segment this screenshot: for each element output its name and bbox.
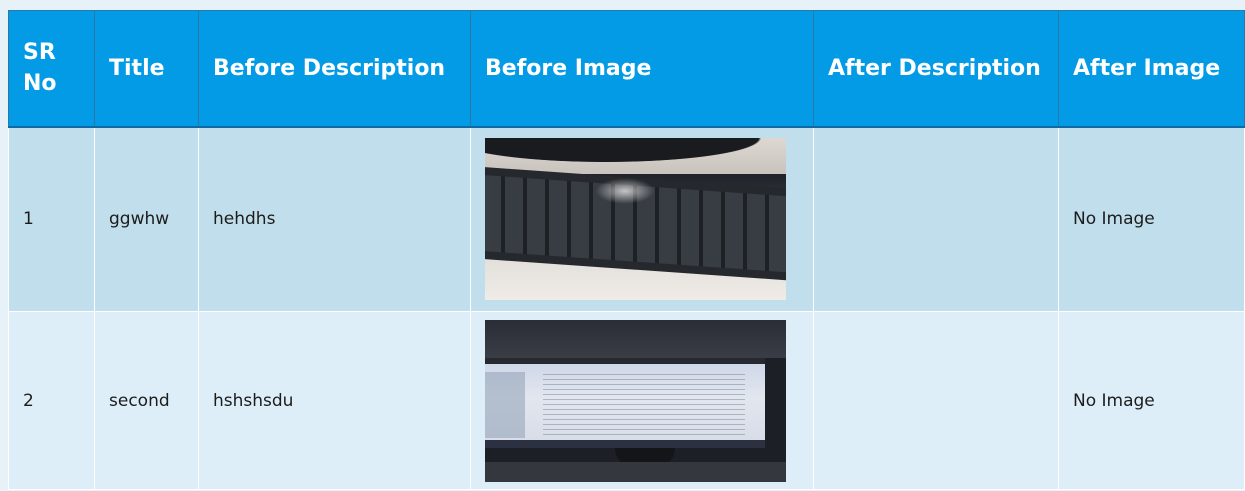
header-before-image: Before Image bbox=[470, 10, 814, 128]
cell-sr-no: 2 bbox=[8, 311, 95, 490]
header-after-description: After Description bbox=[813, 10, 1059, 128]
photo-screen bbox=[485, 357, 765, 448]
header-row: SR No Title Before Description Before Im… bbox=[8, 10, 1245, 128]
cell-title: ggwhw bbox=[94, 126, 199, 312]
cell-sr-no: 1 bbox=[8, 126, 95, 312]
photo-floor bbox=[485, 461, 786, 482]
cell-before-image bbox=[470, 126, 814, 312]
header-after-image: After Image bbox=[1058, 10, 1245, 128]
table-header: SR No Title Before Description Before Im… bbox=[8, 10, 1245, 128]
cell-after-image: No Image bbox=[1058, 126, 1245, 312]
cell-after-image: No Image bbox=[1058, 311, 1245, 490]
cell-before-description: hshshsdu bbox=[198, 311, 471, 490]
cell-title: second bbox=[94, 311, 199, 490]
header-before-description: Before Description bbox=[198, 10, 471, 128]
photo-background bbox=[485, 319, 786, 358]
records-table-container: SR No Title Before Description Before Im… bbox=[8, 10, 1245, 490]
table-row: 1 ggwhw hehdhs No Image bbox=[8, 126, 1245, 312]
photo-glare bbox=[595, 178, 655, 205]
records-table: SR No Title Before Description Before Im… bbox=[8, 10, 1245, 490]
cell-after-description bbox=[813, 311, 1059, 490]
photo-monitor-base bbox=[485, 138, 786, 167]
keyboard-photo[interactable] bbox=[485, 138, 786, 301]
table-body: 1 ggwhw hehdhs No Image 2 second hshshsd… bbox=[8, 126, 1245, 490]
monitor-photo[interactable] bbox=[485, 319, 786, 482]
photo-taskbar bbox=[485, 439, 765, 448]
table-row: 2 second hshshsdu No Image bbox=[8, 311, 1245, 490]
cell-after-description bbox=[813, 126, 1059, 312]
cell-before-description: hehdhs bbox=[198, 126, 471, 312]
cell-before-image bbox=[470, 311, 814, 490]
header-title: Title bbox=[94, 10, 199, 128]
header-sr-no: SR No bbox=[8, 10, 95, 128]
